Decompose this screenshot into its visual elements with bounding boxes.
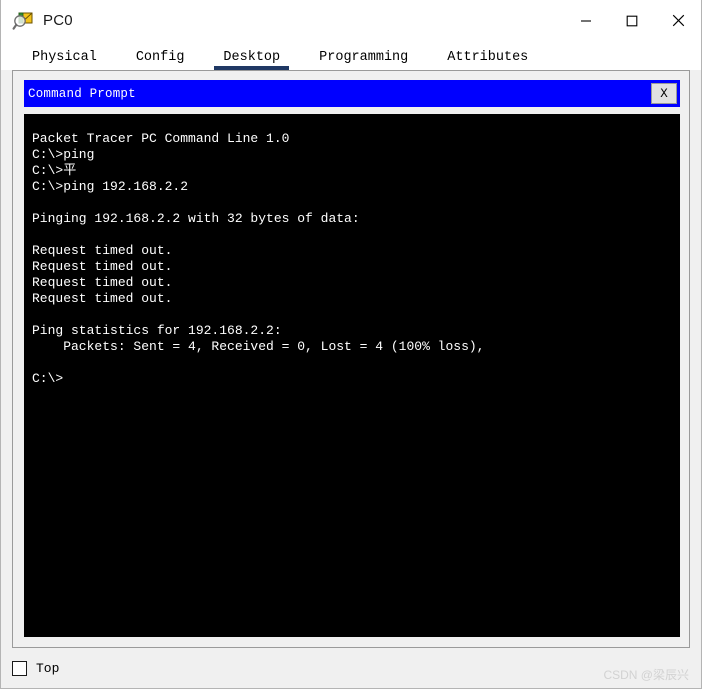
minimize-button[interactable]	[563, 0, 609, 41]
page-title: PC0	[43, 12, 73, 29]
pc0-device-window: PC0 Physical Config Desktop Programming …	[0, 0, 702, 689]
csdn-watermark: CSDN @梁辰兴	[603, 668, 689, 682]
tab-config[interactable]: Config	[127, 50, 194, 70]
terminal-line: Request timed out.	[32, 275, 173, 290]
tab-physical[interactable]: Physical	[23, 50, 106, 70]
terminal-line: Request timed out.	[32, 259, 173, 274]
terminal-line: Ping statistics for 192.168.2.2:	[32, 323, 282, 338]
terminal-line: C:\>ping 192.168.2.2	[32, 179, 189, 194]
terminal-line: Request timed out.	[32, 291, 173, 306]
terminal-line: Pinging 192.168.2.2 with 32 bytes of dat…	[32, 211, 360, 226]
window-footer: Top CSDN @梁辰兴	[1, 648, 701, 688]
top-checkbox[interactable]	[12, 660, 27, 676]
terminal-line: Packet Tracer PC Command Line 1.0	[32, 131, 290, 146]
maximize-button[interactable]	[609, 0, 655, 41]
close-button[interactable]	[655, 0, 701, 41]
inspect-device-icon	[12, 10, 34, 32]
terminal-line: C:\>平	[32, 163, 77, 178]
tab-programming[interactable]: Programming	[310, 50, 417, 70]
always-on-top-row[interactable]: Top	[12, 660, 60, 676]
top-checkbox-label: Top	[36, 660, 60, 676]
command-prompt-window: Command Prompt X Packet Tracer PC Comman…	[24, 80, 680, 637]
command-prompt-title: Command Prompt	[28, 86, 136, 101]
command-prompt-title-bar: Command Prompt X	[24, 80, 680, 107]
window-controls	[563, 0, 701, 41]
tab-desktop[interactable]: Desktop	[214, 50, 289, 70]
window-title-bar: PC0	[1, 0, 701, 42]
desktop-content-panel: Command Prompt X Packet Tracer PC Comman…	[12, 70, 690, 648]
title-bar-left-group: PC0	[1, 10, 73, 32]
terminal-output[interactable]: Packet Tracer PC Command Line 1.0 C:\>pin…	[24, 114, 680, 637]
device-tab-strip: Physical Config Desktop Programming Attr…	[1, 42, 701, 70]
terminal-line: C:\>	[32, 371, 64, 386]
command-prompt-title-gap	[24, 107, 680, 114]
terminal-line: Request timed out.	[32, 243, 173, 258]
terminal-line: Packets: Sent = 4, Received = 0, Lost = …	[32, 339, 485, 354]
tab-attributes[interactable]: Attributes	[438, 50, 537, 70]
terminal-line: C:\>ping	[32, 147, 95, 162]
command-prompt-close-button[interactable]: X	[651, 83, 677, 104]
